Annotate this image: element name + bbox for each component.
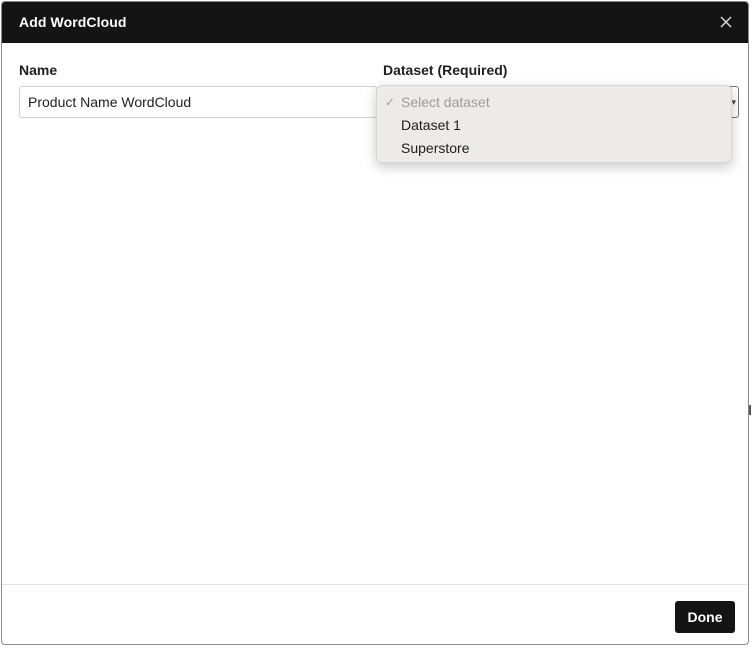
dataset-option-placeholder[interactable]: ✓ Select dataset <box>377 91 731 113</box>
footer-divider <box>2 584 748 585</box>
dataset-option-label: Superstore <box>401 140 470 156</box>
dataset-option-label: Dataset 1 <box>401 117 461 133</box>
dataset-dropdown-menu: ✓ Select dataset Dataset 1 Superstore <box>376 85 732 163</box>
resize-handle[interactable] <box>749 405 751 415</box>
close-button[interactable] <box>716 12 736 32</box>
dataset-option-label: Select dataset <box>401 94 490 110</box>
add-wordcloud-dialog: Add WordCloud Name Dataset (Required) ▾ … <box>1 1 749 645</box>
dataset-option-superstore[interactable]: Superstore <box>377 137 731 159</box>
done-button[interactable]: Done <box>675 601 735 633</box>
name-label: Name <box>19 62 58 78</box>
dataset-label: Dataset (Required) <box>383 62 508 78</box>
dataset-option-dataset-1[interactable]: Dataset 1 <box>377 114 731 136</box>
chevron-down-icon: ▾ <box>731 97 736 107</box>
checkmark-icon: ✓ <box>385 95 396 109</box>
close-icon <box>720 16 732 28</box>
dialog-title: Add WordCloud <box>19 14 127 30</box>
name-input[interactable] <box>19 86 377 118</box>
dialog-titlebar: Add WordCloud <box>2 2 748 43</box>
